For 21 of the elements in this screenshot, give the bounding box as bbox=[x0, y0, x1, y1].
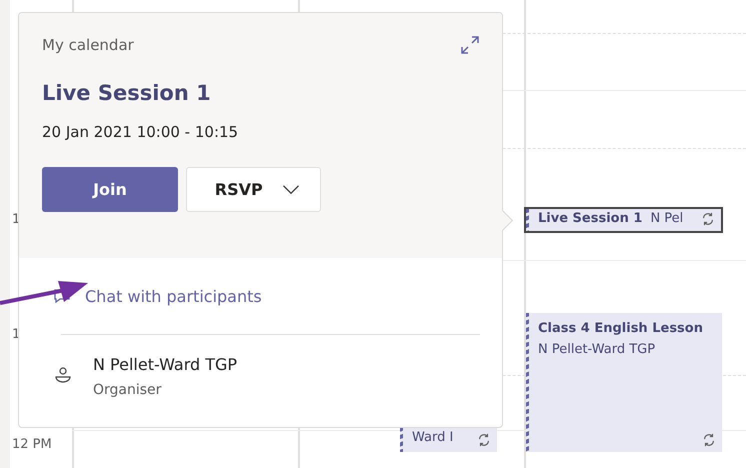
event-organiser: N Pellet-Ward TGP bbox=[538, 342, 656, 357]
time-label: 1 bbox=[12, 327, 20, 342]
calendar-name: My calendar bbox=[42, 36, 134, 54]
calendar-event[interactable]: Live Session 1 N Pel bbox=[524, 207, 723, 233]
event-title: Class 4 English Lesson bbox=[538, 321, 704, 336]
time-label: 12 PM bbox=[12, 437, 52, 452]
organiser-name: N Pellet-Ward TGP bbox=[93, 355, 238, 374]
time-label: 1 bbox=[12, 212, 20, 227]
join-button[interactable]: Join bbox=[42, 167, 178, 212]
rsvp-button[interactable]: RSVP bbox=[186, 167, 321, 212]
chevron-down-icon bbox=[282, 184, 300, 194]
event-organiser: Ward I bbox=[412, 430, 454, 445]
event-title: Live Session 1 bbox=[538, 211, 642, 226]
chat-link[interactable]: Chat with participants bbox=[85, 286, 262, 306]
organiser-role: Organiser bbox=[93, 382, 162, 398]
event-time: 20 Jan 2021 10:00 - 10:15 bbox=[42, 123, 240, 141]
person-icon bbox=[53, 365, 73, 385]
expand-icon[interactable] bbox=[460, 35, 480, 55]
calendar-event[interactable]: Class 4 English Lesson N Pellet-Ward TGP bbox=[526, 313, 722, 452]
event-title: Live Session 1 bbox=[42, 81, 212, 105]
event-organiser: N Pel bbox=[650, 211, 684, 226]
